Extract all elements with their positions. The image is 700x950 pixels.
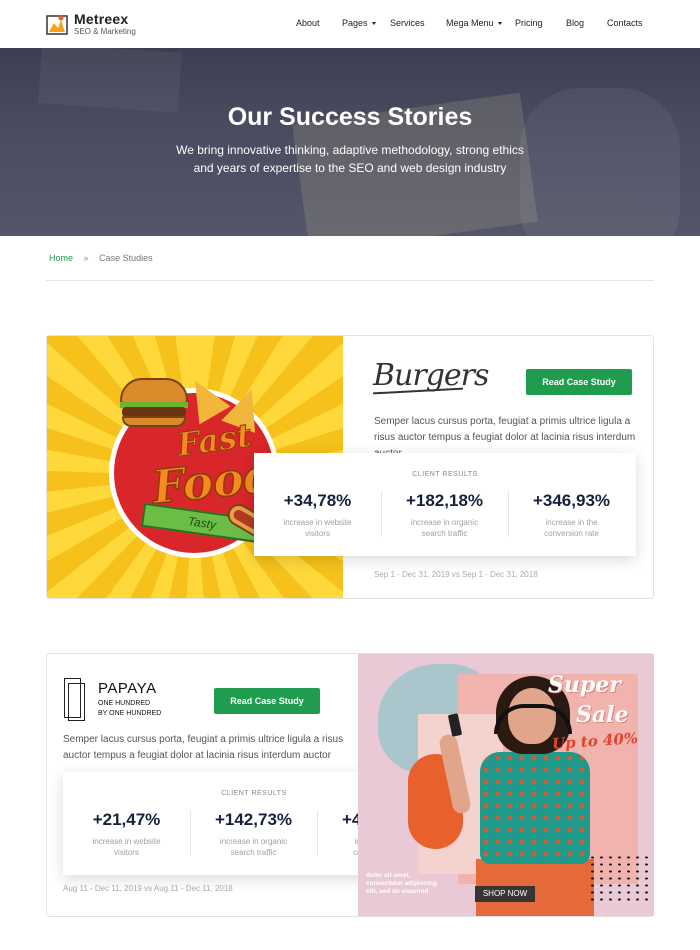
nav-mega-menu-label: Mega Menu — [446, 18, 494, 28]
case-date-range: Sep 1 - Dec 31, 2019 vs Sep 1 - Dec 31, … — [374, 570, 538, 579]
sale-fine-print-line: elit, sed do eiusmod — [366, 888, 429, 895]
result-stat: +142,73% increase in organic search traf… — [190, 810, 317, 858]
nav-about[interactable]: About — [296, 18, 320, 28]
result-value: +346,93% — [532, 491, 611, 510]
client-results-panel: CLIENT RESULTS +34,78% increase in websi… — [254, 453, 636, 556]
nav-pages-label: Pages — [342, 18, 368, 28]
papaya-logo-mark — [68, 683, 85, 721]
brand-logo-burgers: Burgers — [373, 358, 489, 395]
brand-logo-text: Burgers — [373, 358, 489, 393]
result-caption: increase in website visitors — [92, 837, 161, 857]
nav-contacts[interactable]: Contacts — [607, 18, 643, 28]
result-value: +34,78% — [283, 491, 352, 510]
result-caption: increase in organic search traffic — [219, 837, 288, 857]
hero-title: Our Success Stories — [227, 103, 473, 131]
sale-title: Sale — [576, 702, 629, 728]
breadcrumb: Home » Case Studies — [49, 253, 153, 263]
nav-pages[interactable]: Pages — [342, 18, 376, 28]
read-case-study-button[interactable]: Read Case Study — [214, 688, 320, 714]
result-caption: increase in website visitors — [283, 518, 352, 538]
result-stat: +34,78% increase in website visitors — [254, 491, 381, 539]
case-study-card-papaya: PAPAYA ONE HUNDRED BY ONE HUNDRED Read C… — [46, 653, 654, 917]
decorative-dots — [588, 854, 648, 904]
hero-subtitle: We bring innovative thinking, adaptive m… — [0, 141, 700, 177]
case-date-range: Aug 11 - Dec 11, 2019 vs Aug 11 - Dec 11… — [63, 884, 233, 893]
chevron-down-icon — [497, 22, 502, 26]
result-value: +182,18% — [405, 491, 484, 510]
case-study-card-burgers: Fast Food Tasty Burgers Read Case Study … — [46, 335, 654, 599]
result-value: +21,47% — [92, 810, 161, 829]
breadcrumb-home-link[interactable]: Home — [49, 253, 73, 263]
nav-mega-menu[interactable]: Mega Menu — [446, 18, 502, 28]
divider — [46, 280, 654, 281]
nav-services[interactable]: Services — [390, 18, 425, 28]
sale-fine-print-line: dolor sit amet, — [366, 872, 411, 879]
hero-banner: Our Success Stories We bring innovative … — [0, 48, 700, 236]
result-value: +142,73% — [214, 810, 293, 829]
site-header: Metreex SEO & Marketing About Pages Serv… — [0, 0, 700, 48]
brand-logo-text: PAPAYA — [98, 680, 157, 697]
chevron-down-icon — [371, 22, 376, 26]
brand-logo-tagline: ONE HUNDRED — [98, 700, 151, 707]
model-top-pattern — [480, 752, 590, 864]
breadcrumb-separator: » — [83, 253, 89, 263]
case-description: Semper lacus cursus porta, feugiat a pri… — [63, 734, 344, 761]
nav-pricing[interactable]: Pricing — [515, 18, 543, 28]
hero-subtitle-line2: and years of expertise to the SEO and we… — [193, 161, 507, 175]
read-case-study-button[interactable]: Read Case Study — [526, 369, 632, 395]
sale-fine-print: dolor sit amet, consectetur adipiscing e… — [366, 872, 437, 896]
nav-blog[interactable]: Blog — [566, 18, 584, 28]
result-stat: +21,47% increase in website visitors — [63, 810, 190, 858]
result-caption: increase in organic search traffic — [410, 518, 479, 538]
sale-title: Super — [548, 672, 621, 698]
result-caption: increase in the conversion rate — [544, 518, 599, 538]
breadcrumb-current: Case Studies — [99, 253, 153, 263]
burger-icon — [120, 378, 188, 428]
main-nav: About Pages Services Mega Menu Pricing B… — [0, 18, 700, 32]
result-stat: +346,93% increase in the conversion rate — [508, 491, 635, 539]
case-image-super-sale: Super Sale Up to 40% dolor sit amet, con… — [358, 654, 654, 916]
client-results-label: CLIENT RESULTS — [412, 471, 478, 478]
result-stat: +182,18% increase in organic search traf… — [381, 491, 508, 539]
sale-fine-print-line: consectetur adipiscing — [366, 880, 437, 887]
brand-logo-tagline: BY ONE HUNDRED — [98, 710, 162, 717]
hero-subtitle-line1: We bring innovative thinking, adaptive m… — [176, 143, 524, 157]
shop-now-button: SHOP NOW — [475, 886, 535, 902]
